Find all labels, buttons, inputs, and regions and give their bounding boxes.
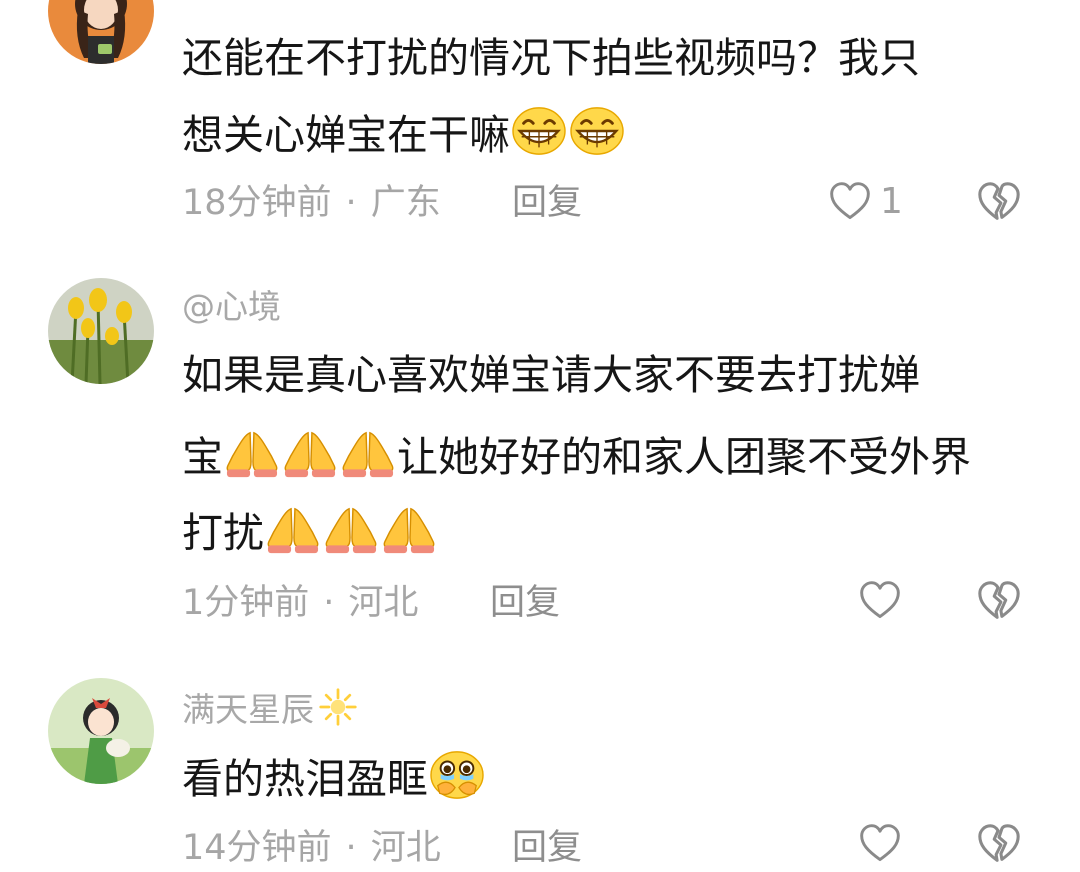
- folded-hands-emoji: [281, 427, 339, 479]
- comment-time: 1分钟前: [182, 583, 310, 623]
- folded-hands-emoji: [322, 503, 380, 555]
- comment-location: 河北: [370, 828, 441, 868]
- heart-outline-icon: [858, 579, 902, 623]
- comment-meta: 1分钟前 · 河北: [182, 581, 418, 625]
- meta-separator: ·: [345, 828, 357, 868]
- heart-outline-icon: [828, 180, 872, 224]
- avatar-girl-icon: [48, 0, 154, 64]
- comment-meta: 18分钟前 · 广东: [182, 181, 441, 225]
- reply-button[interactable]: 回复: [512, 181, 582, 225]
- folded-hands-emoji: [380, 503, 438, 555]
- folded-hands-emoji: [339, 427, 397, 479]
- meta-separator: ·: [345, 183, 357, 223]
- holding-back-tears-emoji: [428, 749, 486, 801]
- like-button[interactable]: [858, 822, 902, 866]
- comment-text-line: 打扰: [182, 503, 438, 558]
- comment-time: 18分钟前: [182, 183, 332, 223]
- avatar[interactable]: [48, 278, 154, 384]
- grin-emoji: [510, 105, 568, 157]
- comment-text-line: 如果是真心喜欢婵宝请大家不要去打扰婵: [182, 351, 920, 399]
- comment-username[interactable]: @心境: [182, 287, 281, 327]
- comment-text-line: 还能在不打扰的情况下拍些视频吗？我只: [182, 34, 920, 82]
- broken-heart-icon: [976, 180, 1022, 226]
- comment-text-line: 宝让她好好的和家人团聚不受外界: [182, 427, 971, 482]
- broken-heart-icon: [976, 579, 1022, 625]
- avatar-flowers-icon: [48, 278, 154, 384]
- sparkle-emoji: [318, 687, 358, 727]
- comment-username[interactable]: 满天星辰: [182, 687, 358, 730]
- like-count: 1: [880, 181, 903, 222]
- grin-emoji: [568, 105, 626, 157]
- like-button[interactable]: 1: [828, 180, 903, 224]
- avatar-cartoon-girl-icon: [48, 678, 154, 784]
- folded-hands-emoji: [223, 427, 281, 479]
- comment-text-line: 想关心婵宝在干嘛: [182, 105, 626, 160]
- heart-outline-icon: [858, 822, 902, 866]
- dislike-button[interactable]: [976, 579, 1022, 629]
- reply-button[interactable]: 回复: [512, 826, 582, 870]
- dislike-button[interactable]: [976, 180, 1022, 230]
- comment-time: 14分钟前: [182, 828, 332, 868]
- comment-location: 河北: [348, 583, 419, 623]
- comment-meta: 14分钟前 · 河北: [182, 826, 441, 870]
- avatar[interactable]: [48, 0, 154, 64]
- dislike-button[interactable]: [976, 822, 1022, 872]
- avatar[interactable]: [48, 678, 154, 784]
- comment-text-line: 看的热泪盈眶: [182, 749, 486, 804]
- like-button[interactable]: [858, 579, 902, 623]
- broken-heart-icon: [976, 822, 1022, 868]
- comment-location: 广东: [370, 183, 441, 223]
- folded-hands-emoji: [264, 503, 322, 555]
- meta-separator: ·: [323, 583, 335, 623]
- reply-button[interactable]: 回复: [490, 581, 560, 625]
